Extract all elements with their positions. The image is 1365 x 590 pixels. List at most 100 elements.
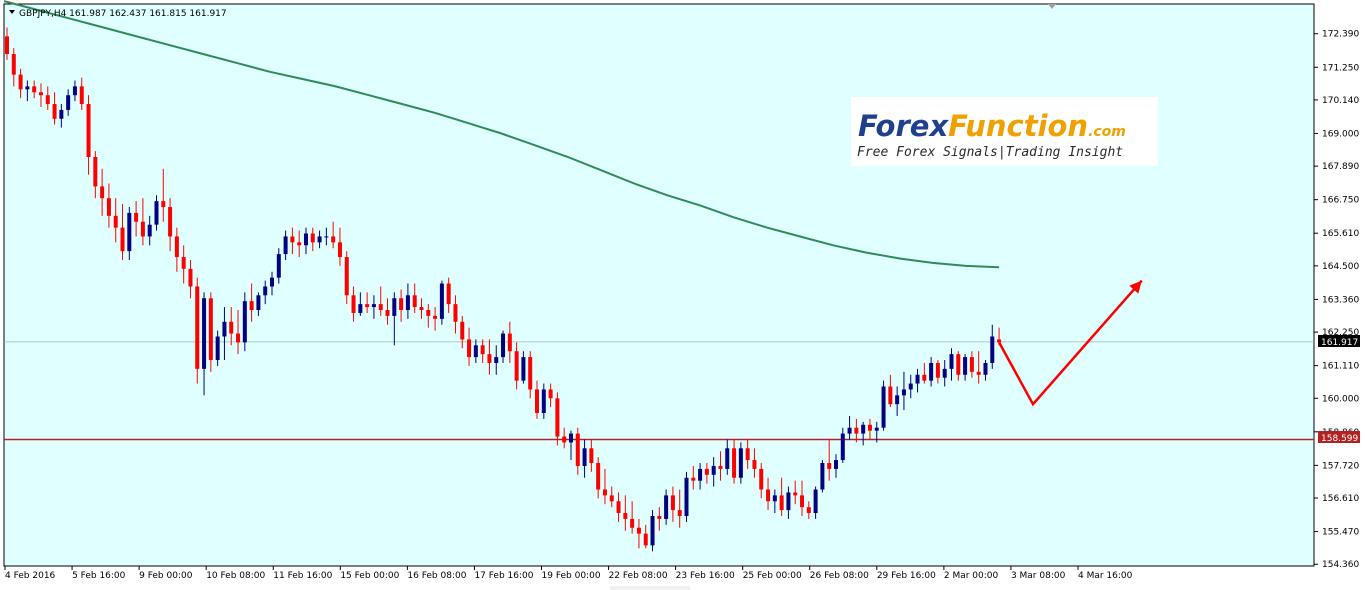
candle-body: [25, 86, 30, 90]
candle-body: [385, 310, 390, 316]
candle-body: [297, 242, 302, 246]
candle-body: [582, 448, 587, 466]
candle-body: [93, 157, 98, 187]
candle-body: [650, 515, 655, 546]
logo-brand: ForexFunction.com: [858, 109, 1126, 143]
candle-body: [72, 86, 77, 96]
y-tick-label: 167.890: [1322, 162, 1359, 172]
candle-body: [732, 448, 737, 478]
candle-body: [351, 295, 356, 313]
candle: [650, 510, 655, 552]
candle-body: [324, 236, 329, 238]
candle: [684, 471, 689, 522]
candle-body: [249, 301, 254, 311]
x-tick-label: 17 Feb 16:00: [474, 571, 533, 581]
candle-body: [908, 383, 913, 390]
candle-body: [358, 304, 363, 313]
symbol-info: GBPJPY,H4 161.987 162.437 161.815 161.91…: [19, 9, 227, 19]
y-tick-label: 164.500: [1322, 262, 1359, 272]
candle-body: [772, 495, 777, 502]
candle-body: [786, 492, 791, 511]
candle-body: [405, 295, 410, 311]
candle-body: [276, 254, 281, 278]
candle-body: [202, 298, 207, 369]
candle-body: [208, 298, 213, 361]
candle-body: [453, 304, 458, 322]
candle-body: [303, 233, 308, 246]
scrollbar-gap[interactable]: [610, 586, 690, 590]
y-tick-label: 170.140: [1322, 96, 1359, 106]
candle-body: [691, 477, 696, 481]
candle-body: [867, 424, 872, 431]
symbol-header[interactable]: GBPJPY,H4 161.987 162.437 161.815 161.91…: [9, 9, 227, 19]
x-tick-label: 23 Feb 16:00: [676, 571, 735, 581]
candle-body: [290, 236, 295, 243]
y-tick-label: 156.610: [1322, 494, 1359, 504]
candle-body: [833, 460, 838, 469]
candle-body: [501, 333, 506, 358]
candle-body: [535, 389, 540, 413]
candle-body: [562, 436, 567, 443]
candle-body: [66, 95, 71, 110]
current-price-label: 161.917: [1321, 338, 1358, 348]
candle: [881, 380, 886, 431]
candle-body: [494, 357, 499, 363]
candle-body: [854, 427, 859, 434]
candle-body: [100, 186, 105, 199]
candle-body: [473, 345, 478, 358]
candle-body: [555, 398, 560, 437]
candle-body: [847, 427, 852, 434]
candle-body: [18, 74, 23, 90]
candle-body: [11, 54, 16, 75]
candle-body: [195, 286, 200, 369]
candle-body: [399, 298, 404, 311]
candle-body: [480, 345, 485, 355]
logo-domain: .com: [1088, 124, 1126, 140]
candle-body: [120, 227, 125, 252]
candle-body: [997, 339, 1002, 343]
y-tick-label: 171.250: [1322, 63, 1359, 73]
y-tick-label: 165.610: [1322, 229, 1359, 239]
candle-body: [568, 433, 573, 443]
candle-body: [147, 224, 152, 237]
candle-body: [738, 448, 743, 478]
candle-body: [521, 357, 526, 381]
x-tick-label: 3 Mar 08:00: [1011, 571, 1066, 581]
candle-body: [677, 510, 682, 516]
x-tick-label: 26 Feb 08:00: [810, 571, 869, 581]
candle-body: [840, 433, 845, 461]
candle-body: [861, 424, 866, 434]
candle-body: [337, 242, 342, 258]
candle-body: [263, 286, 268, 296]
candle-body: [439, 283, 444, 319]
candle-body: [942, 368, 947, 378]
candle-body: [704, 468, 709, 475]
candle-body: [956, 354, 961, 375]
candle-body: [106, 198, 111, 216]
candle-body: [371, 304, 376, 308]
candle-body: [935, 362, 940, 378]
candle-body: [317, 236, 322, 243]
price-chart[interactable]: 172.390 171.250 170.140 169.000 167.890 166.7…: [0, 0, 1365, 590]
candle-body: [181, 257, 186, 269]
candle-body: [759, 468, 764, 490]
candle-body: [983, 362, 988, 375]
x-tick-label: 9 Feb 00:00: [139, 571, 193, 581]
candle-body: [5, 36, 9, 55]
x-tick-label: 4 Feb 2016: [5, 571, 56, 581]
candle-body: [752, 460, 757, 469]
x-tick-label: 29 Feb 16:00: [877, 571, 936, 581]
candle-body: [215, 336, 220, 361]
candle-body: [874, 427, 879, 431]
candle: [208, 292, 213, 372]
candle-body: [596, 463, 601, 490]
candle-body: [161, 201, 166, 208]
candle-body: [616, 501, 621, 514]
candle-body: [800, 495, 805, 508]
candle: [820, 460, 825, 493]
candle-body: [725, 448, 730, 469]
candle-body: [609, 495, 614, 502]
candle-body: [426, 310, 431, 316]
candle-body: [976, 371, 981, 375]
candle-body: [888, 386, 893, 405]
